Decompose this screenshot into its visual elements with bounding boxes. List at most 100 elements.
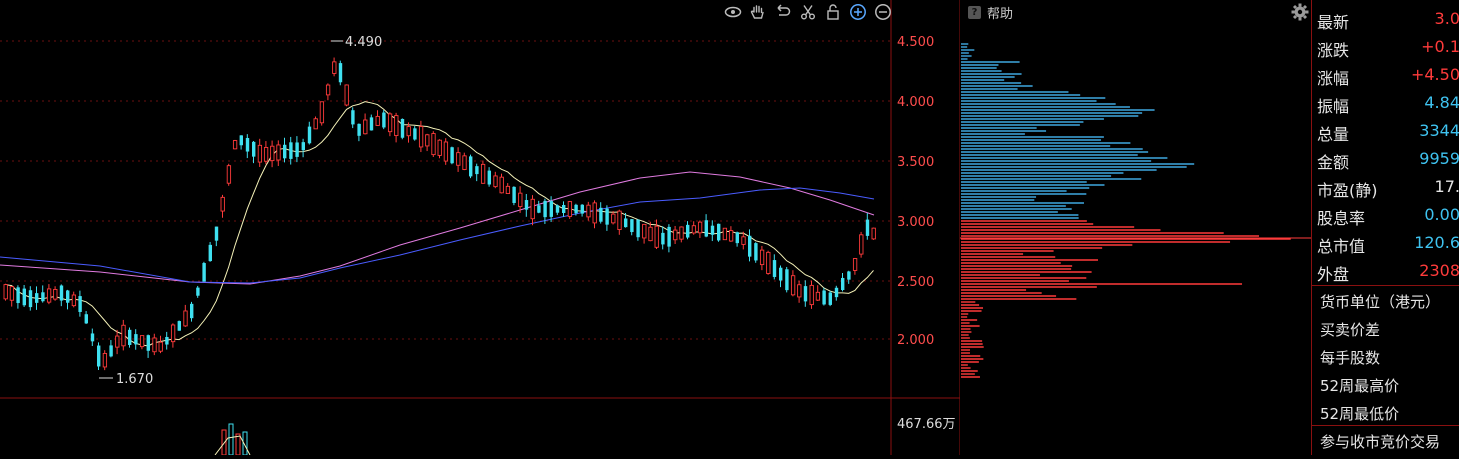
candle-body [450,147,454,164]
candle-body [301,142,305,151]
tick-label-4000: 4.000 [897,95,934,110]
quote-label: 股息率 [1317,209,1366,228]
kline-chart[interactable]: 4.500 4.000 3.500 3.000 2.500 2.000 467.… [0,0,960,455]
candle-body [493,175,498,188]
candle-body [102,352,108,368]
lock-icon[interactable] [822,2,843,22]
candle-body [487,170,491,185]
candle-body [710,225,715,235]
volume-label: 467.66万 [897,417,956,432]
candle-body [344,84,349,106]
candle-body [46,288,52,303]
candle-body [865,219,870,236]
chart-toolbar [722,2,893,22]
quote-value: 3344 [1419,121,1459,140]
candle-body [183,310,188,327]
quote-label: 涨跌 [1317,41,1350,60]
candle-body [443,141,449,162]
info-row: 52周最高价 [1312,370,1459,398]
candle-body [84,314,88,324]
candle-body [325,84,331,96]
candle-body [109,345,113,357]
candle-body [431,133,436,156]
quote-row: 振幅 4.84 [1312,89,1459,117]
candle-body [766,251,771,274]
candle-body [469,156,473,177]
candle-body [580,204,584,214]
quote-value: 4.84 [1424,93,1459,112]
candle-body [648,226,653,242]
candle-body [785,269,789,291]
candle-body [475,166,479,175]
candle-body [617,210,622,231]
candle-body [369,117,374,131]
candle-body [400,118,405,138]
candle-body [642,223,647,239]
candle-body [797,284,802,298]
candle-body [115,335,120,348]
info-label: 买卖价差 [1320,321,1381,339]
candle-body [704,220,708,237]
candle-body [283,144,287,159]
candle-body [661,232,665,245]
candle-body [815,291,821,301]
candle-body [16,287,20,304]
candle-body [437,139,442,156]
scissors-icon[interactable] [797,2,818,22]
candle-body [28,290,33,308]
candle-body [170,324,176,343]
candlesticks[interactable] [3,57,876,371]
candle-body [245,138,250,152]
help-icon: ? [968,6,981,19]
moving-average-lines [0,101,875,347]
hand-icon[interactable] [747,2,768,22]
candle-body [3,284,8,300]
quote-label: 涨幅 [1317,69,1350,88]
candle-body [754,243,758,261]
candle-body [66,290,70,303]
info-row: 货币单位（港元） [1312,286,1459,314]
panel-divider [1312,425,1459,426]
candle-body [382,112,386,128]
candle-body [654,225,659,248]
info-label: 52周最低价 [1320,405,1400,423]
quote-value: 17. [1434,177,1459,196]
quote-row: 总量 3344 [1312,117,1459,145]
candle-body [567,201,573,217]
candle-body [363,119,368,135]
candle-body [139,335,145,348]
candle-body [252,141,256,157]
candle-body [226,165,232,184]
candle-body [295,142,299,157]
zoom-in-icon[interactable] [847,2,868,22]
ma-mid-line [0,171,875,285]
kline-chart-canvas[interactable]: 4.500 4.000 3.500 3.000 2.500 2.000 467.… [0,0,960,455]
quote-row: 涨幅 +4.50 [1312,61,1459,89]
candle-body [673,229,678,241]
candle-body [313,118,318,130]
candle-body [741,236,746,245]
help-button[interactable]: ? 帮助 [968,3,1013,22]
candle-body [53,289,58,300]
candle-body [728,230,734,242]
info-label: 每手股数 [1320,349,1381,367]
extreme-annotations: 4.490 1.670 [99,35,382,387]
quote-label: 振幅 [1317,97,1350,116]
candle-body [530,198,535,220]
tick-label-3000: 3.000 [897,215,934,230]
candle-body [480,163,486,184]
quote-row: 市盈(静) 17. [1312,173,1459,201]
candle-body [592,202,597,224]
candle-body [456,152,461,166]
candle-body [717,223,721,241]
undo-icon[interactable] [772,2,793,22]
gear-icon[interactable] [1290,2,1310,22]
quote-label: 总量 [1317,125,1350,144]
zoom-out-icon[interactable] [872,2,893,22]
quote-row: 股息率 0.00 [1312,201,1459,229]
info-row: 买卖价差 [1312,314,1459,342]
candle-body [307,126,312,144]
candle-body [338,63,343,83]
candle-body [257,144,263,163]
eye-icon[interactable] [722,2,743,22]
